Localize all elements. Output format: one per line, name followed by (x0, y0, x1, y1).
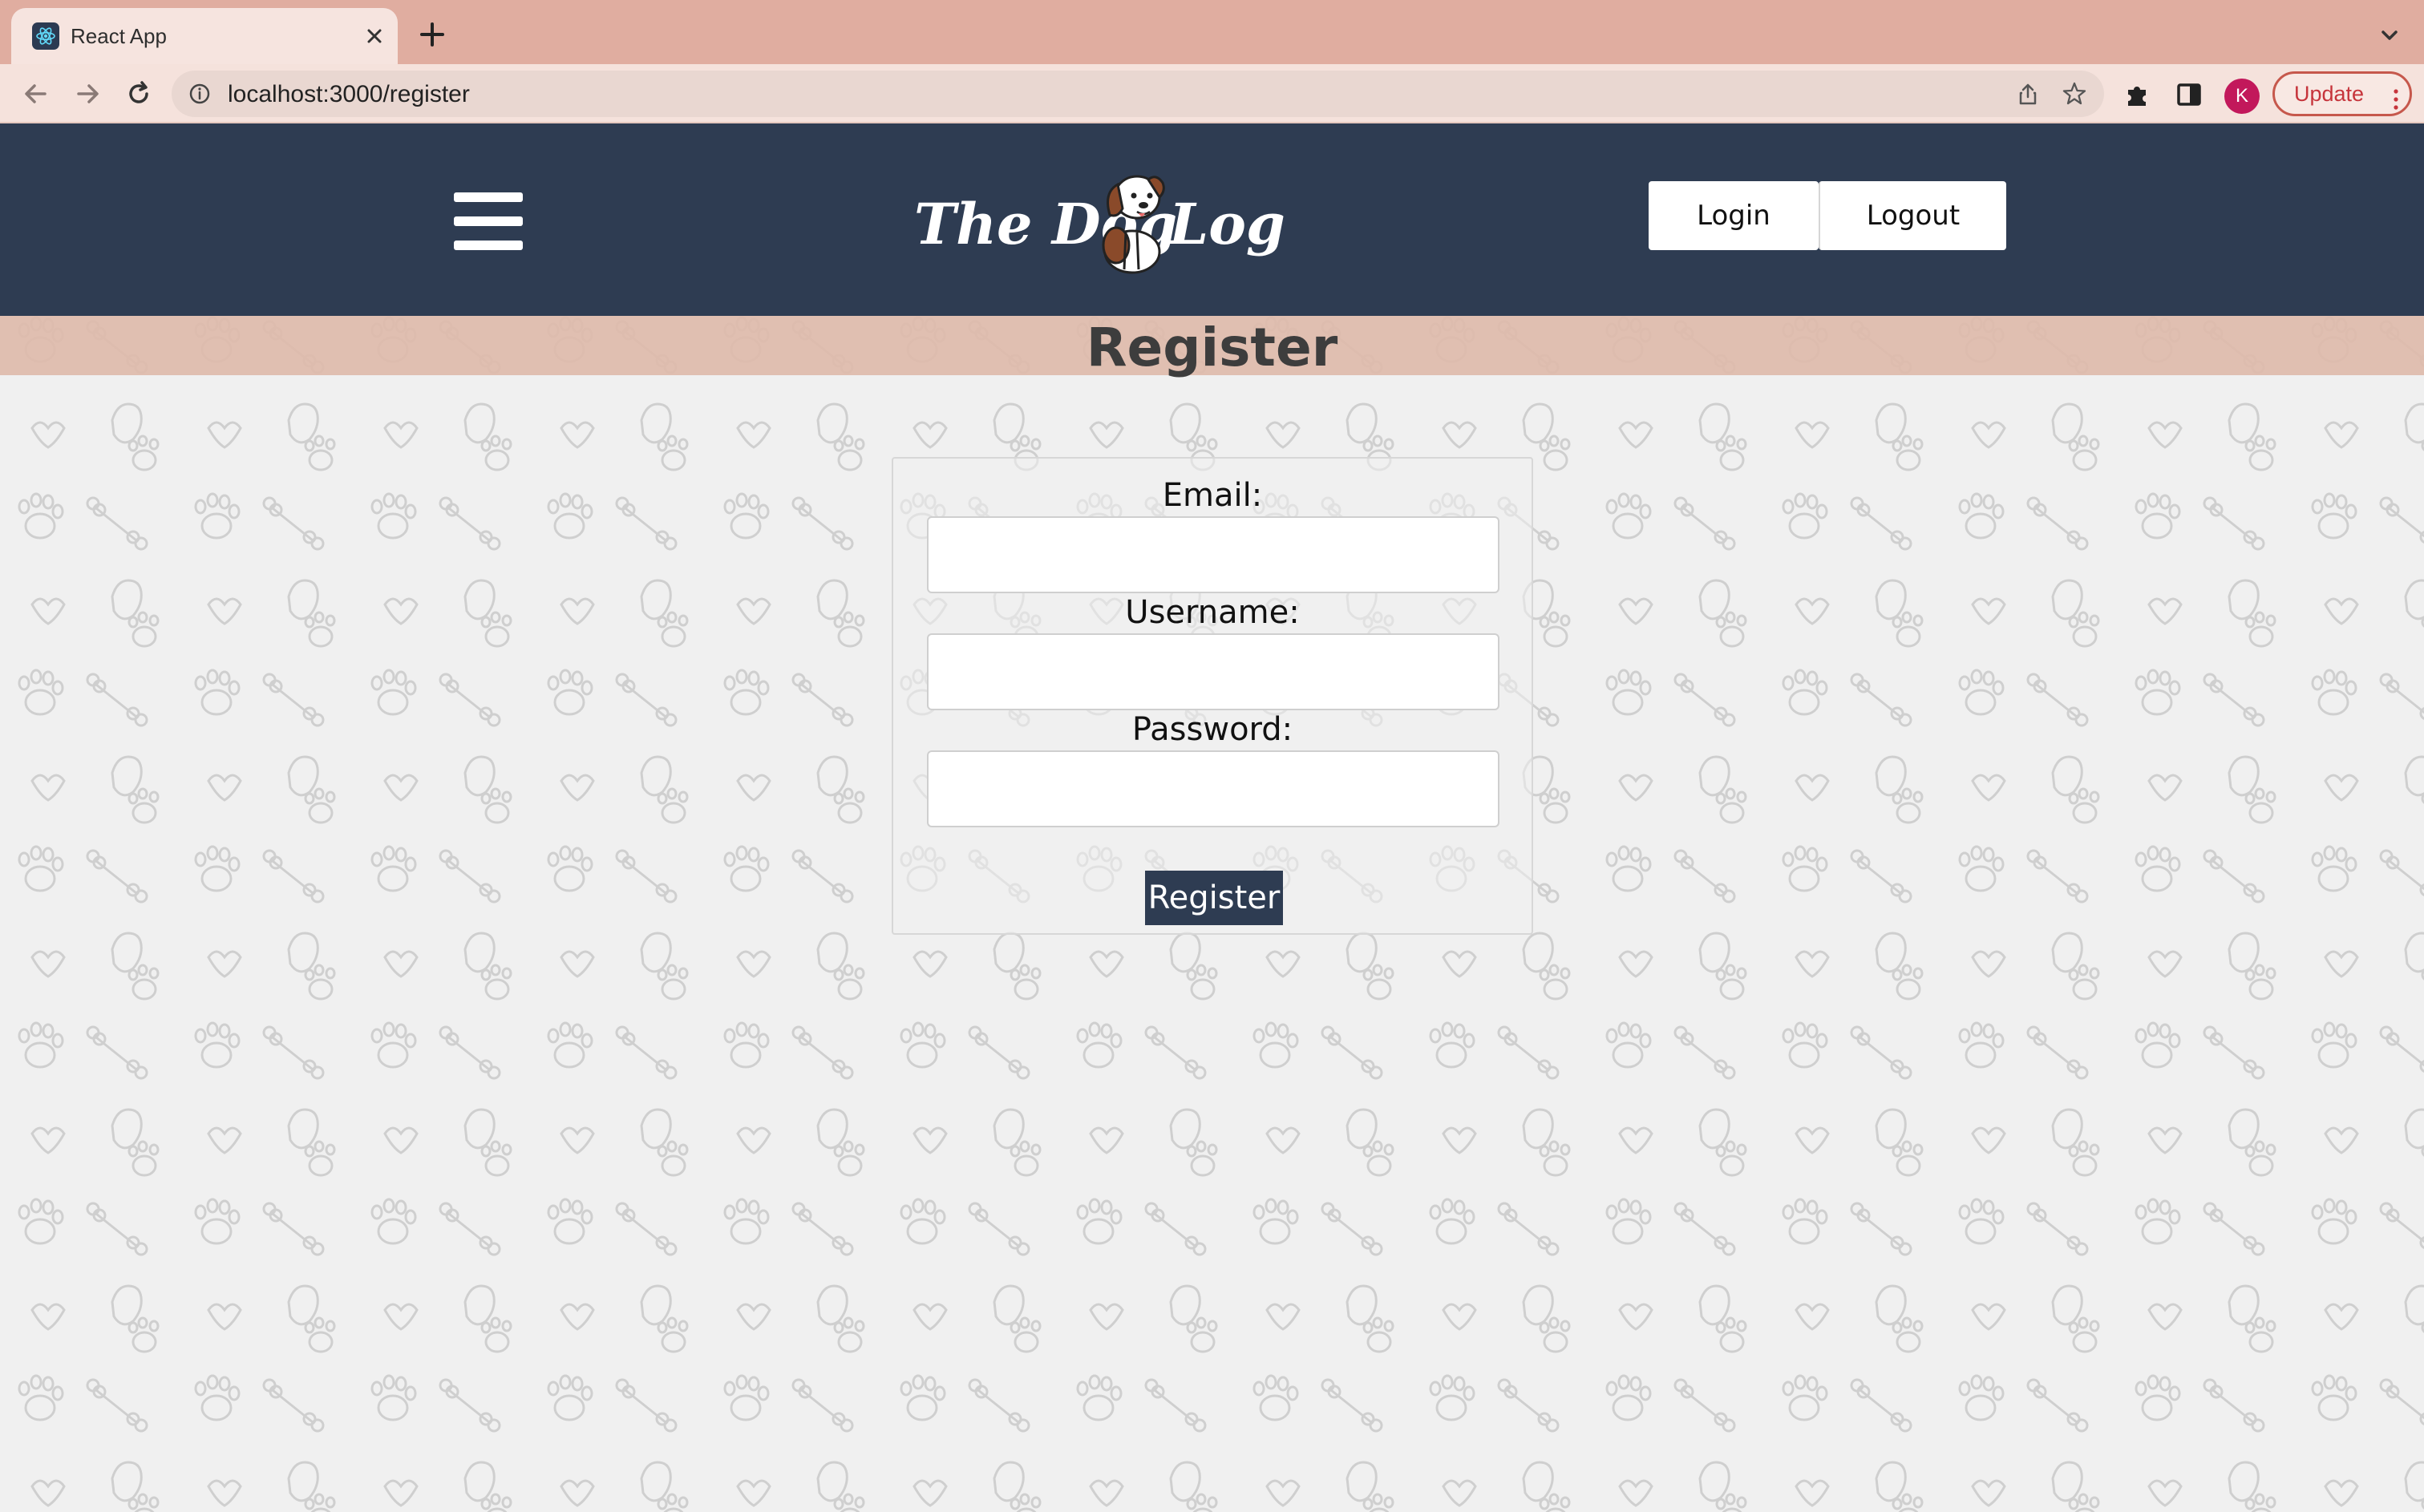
more-vert-icon (2394, 83, 2398, 110)
side-panel-icon[interactable] (2175, 80, 2203, 113)
username-label: Username: (1125, 594, 1300, 631)
update-button[interactable]: Update (2272, 71, 2412, 116)
browser-tab[interactable]: React App (11, 8, 398, 64)
register-form: Email: Username: Password: Register (892, 457, 1533, 935)
logout-button[interactable]: Logout (1819, 181, 2006, 250)
chevron-down-icon[interactable] (2373, 19, 2406, 51)
email-field[interactable] (927, 516, 1499, 593)
username-field[interactable] (927, 633, 1499, 710)
browser-tabstrip: React App (0, 0, 2424, 64)
react-icon (32, 22, 59, 50)
new-tab-icon[interactable] (414, 16, 451, 53)
update-label: Update (2294, 82, 2365, 106)
site-logo[interactable]: The Dog Log (914, 165, 1285, 278)
tab-title: React App (71, 24, 167, 48)
bookmark-star-icon[interactable] (2061, 80, 2088, 111)
site-header: The Dog Log Login Logout (0, 123, 2424, 316)
profile-avatar[interactable]: K (2224, 79, 2260, 114)
address-bar[interactable]: localhost:3000/register (172, 71, 2104, 117)
extensions-icon[interactable] (2123, 80, 2152, 113)
close-icon[interactable] (361, 22, 388, 50)
login-button[interactable]: Login (1649, 181, 1819, 250)
browser-toolbar: localhost:3000/register K Update (0, 64, 2424, 123)
forward-arrow-icon[interactable] (69, 75, 106, 112)
register-button[interactable]: Register (1145, 871, 1283, 925)
password-label: Password: (1131, 711, 1293, 748)
hamburger-icon[interactable] (454, 192, 523, 252)
password-field[interactable] (927, 750, 1499, 827)
back-arrow-icon[interactable] (18, 75, 55, 112)
page-viewport: The Dog Log Login Logout Register Email:… (0, 123, 2424, 1512)
page-title: Register (1086, 317, 1338, 378)
reload-icon[interactable] (120, 75, 157, 112)
dog-icon (1084, 165, 1180, 278)
info-icon[interactable] (188, 82, 212, 110)
share-icon[interactable] (2014, 80, 2042, 111)
url-text: localhost:3000/register (228, 81, 470, 107)
email-label: Email: (1162, 477, 1263, 514)
logo-text-right: Log (1169, 191, 1285, 257)
